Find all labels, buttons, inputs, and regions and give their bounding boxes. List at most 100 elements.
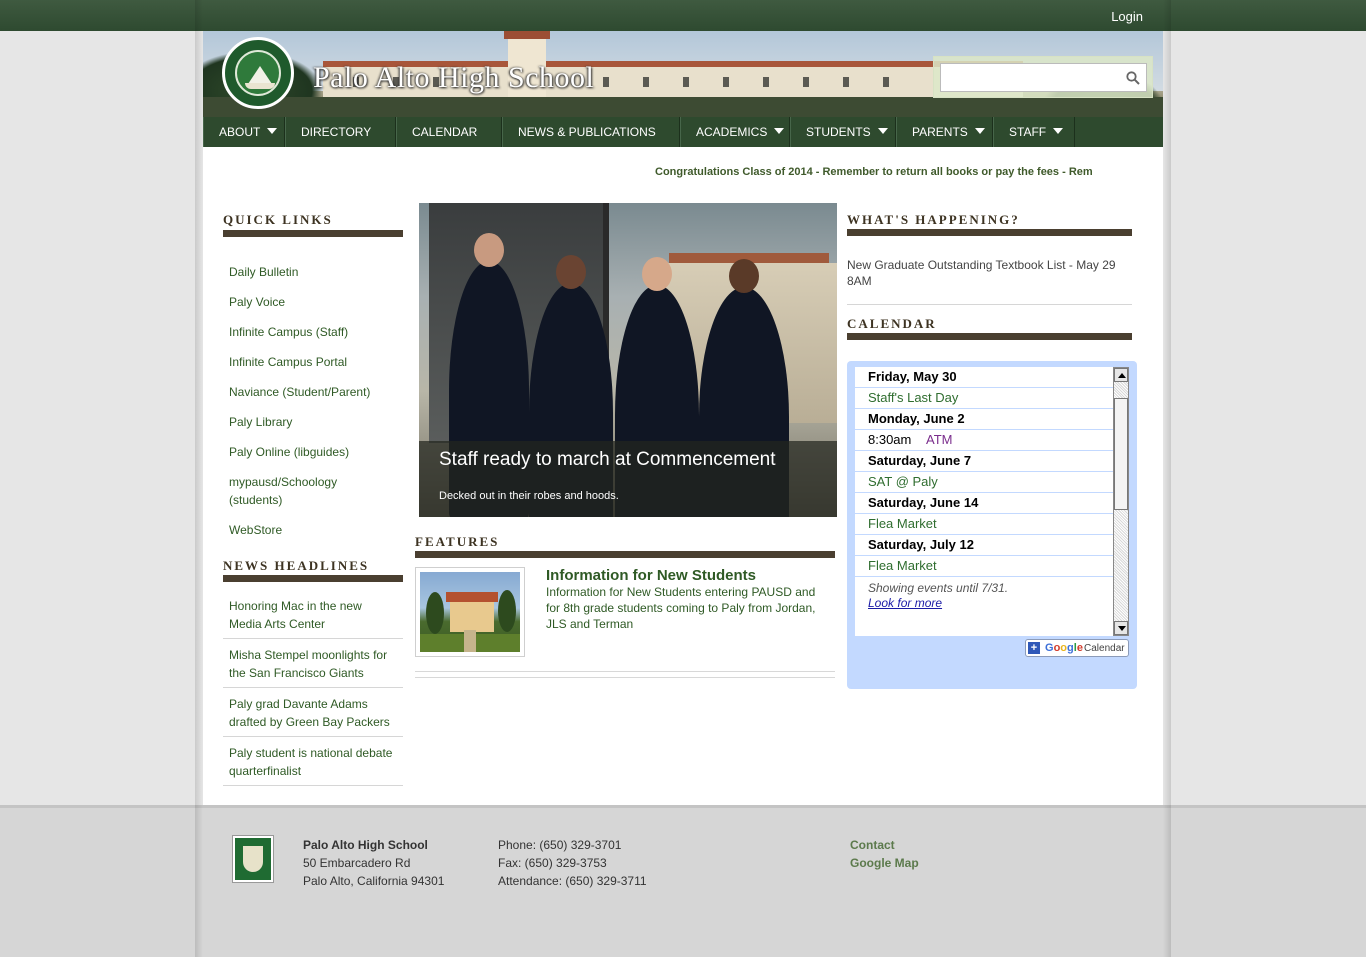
quick-link-infinite-campus-portal[interactable]: Infinite Campus Portal [229,353,389,371]
quick-link-paly-voice[interactable]: Paly Voice [229,293,389,311]
nav-label: STAFF [1009,125,1047,139]
footer-attendance: Attendance: (650) 329-3711 [498,874,647,888]
nav-label: ACADEMICS [696,125,768,139]
footer-school-name: Palo Alto High School [303,838,428,852]
school-seal-logo[interactable] [222,37,294,109]
announcement-ticker[interactable]: Congratulations Class of 2014 - Remember… [655,166,1123,182]
calendar-agenda: Friday, May 30 Staff's Last Day Monday, … [855,367,1113,636]
news-link[interactable]: Paly student is national debate quarterf… [223,744,403,780]
calendar-date: Saturday, June 14 [855,493,1113,514]
footer-phone: Phone: (650) 329-3701 [498,838,622,852]
feature-thumbnail[interactable] [415,567,525,657]
news-link[interactable]: Honoring Mac in the new Media Arts Cente… [223,597,403,633]
magnifier-icon[interactable] [1126,71,1140,85]
feature-title-link[interactable]: Information for New Students [546,567,756,584]
nav-label: CALENDAR [412,125,478,139]
quick-link-paly-library[interactable]: Paly Library [229,413,389,431]
calendar-date: Friday, May 30 [855,367,1113,388]
banner-window [723,77,729,87]
whats-happening-item[interactable]: New Graduate Outstanding Textbook List -… [847,257,1132,289]
calendar-event[interactable]: 8:30am ATM [855,430,1113,451]
quick-link-schoology[interactable]: mypausd/Schoology (students) [229,473,359,509]
photo-person-head [642,257,672,291]
photo-person-head [729,259,759,293]
add-to-google-calendar-button[interactable]: + Google Calendar [1025,639,1129,657]
banner-window [843,77,849,87]
google-logo: Google [1045,642,1083,654]
scrollbar-thumb[interactable] [1114,398,1128,510]
quick-link-webstore[interactable]: WebStore [229,521,389,539]
footer-google-map-link[interactable]: Google Map [850,854,919,872]
feature-description: Information for New Students entering PA… [546,585,816,631]
login-link[interactable]: Login [1111,9,1143,24]
main-nav: ABOUT DIRECTORY CALENDAR NEWS & PUBLICAT… [203,117,1163,147]
utility-bar: Login [203,0,1163,31]
news-headlines-heading: NEWS HEADLINES [223,558,370,573]
nav-item-students[interactable]: STUDENTS [790,117,896,147]
quick-link-infinite-campus-staff[interactable]: Infinite Campus (Staff) [229,323,389,341]
nav-item-about[interactable]: ABOUT [203,117,285,147]
feature-divider [415,677,835,678]
feature-image [420,572,520,652]
section-divider [847,333,1132,340]
calendar-date: Monday, June 2 [855,409,1113,430]
section-divider [223,575,403,582]
footer-contact-link[interactable]: Contact [850,836,919,854]
search-box [933,56,1153,98]
thumb-tree [426,592,444,634]
quick-link-paly-online[interactable]: Paly Online (libguides) [229,443,389,461]
footer-address: Palo Alto High School 50 Embarcadero Rd … [303,836,444,890]
footer-links: Contact Google Map [850,836,919,872]
calendar-event[interactable]: SAT @ Paly [855,472,1113,493]
caret-down-icon [774,128,785,134]
footer-address-line1: 50 Embarcadero Rd [303,856,411,870]
site-title[interactable]: Palo Alto High School [313,61,594,95]
caret-down-icon [1053,128,1064,134]
google-calendar-widget: Friday, May 30 Staff's Last Day Monday, … [847,361,1137,689]
whats-happening-divider [847,304,1132,305]
calendar-event[interactable]: Flea Market [855,514,1113,535]
plus-icon: + [1028,642,1040,654]
ship-icon [248,66,272,84]
banner-window [803,77,809,87]
quick-link-naviance[interactable]: Naviance (Student/Parent) [229,383,389,401]
calendar-event[interactable]: Staff's Last Day [855,388,1113,409]
arrow-down-icon[interactable] [1114,621,1128,635]
nav-item-directory[interactable]: DIRECTORY [285,117,396,147]
calendar-event[interactable]: Flea Market [855,556,1113,577]
nav-label: PARENTS [912,125,968,139]
nav-item-parents[interactable]: PARENTS [896,117,993,147]
slide-caption-title[interactable]: Staff ready to march at Commencement [439,449,776,471]
section-divider [847,229,1132,236]
arrow-up-icon[interactable] [1114,368,1128,382]
nav-label: ABOUT [219,125,261,139]
section-divider [415,551,835,558]
nav-item-calendar[interactable]: CALENDAR [396,117,502,147]
search-input[interactable] [940,63,1147,92]
quick-link-daily-bulletin[interactable]: Daily Bulletin [229,263,389,281]
calendar-scrollbar[interactable] [1113,367,1129,636]
caret-down-icon [974,128,985,134]
list-item: Paly grad Davante Adams drafted by Green… [223,695,403,737]
whats-happening-heading: WHAT'S HAPPENING? [847,212,1020,227]
quick-links-heading: QUICK LINKS [223,212,333,227]
thumb-tree [498,590,516,632]
nav-item-academics[interactable]: ACADEMICS [680,117,790,147]
nav-item-news-publications[interactable]: NEWS & PUBLICATIONS [502,117,680,147]
news-link[interactable]: Paly grad Davante Adams drafted by Green… [223,695,403,731]
banner-ground [203,97,1163,117]
footer-phones: Phone: (650) 329-3701 Fax: (650) 329-375… [498,836,647,890]
banner-window [683,77,689,87]
look-for-more-link[interactable]: Look for more [868,596,942,610]
footer-school-crest [233,836,273,882]
page-container: Login Palo Alto High School ABOUT DIRECT… [203,0,1163,957]
banner-window [603,77,609,87]
nav-item-staff[interactable]: STAFF [993,117,1075,147]
news-link[interactable]: Misha Stempel moonlights for the San Fra… [223,646,403,682]
nav-label: STUDENTS [806,125,871,139]
banner-window [643,77,649,87]
featured-slideshow[interactable]: Staff ready to march at Commencement Dec… [419,203,837,517]
calendar-date: Saturday, June 7 [855,451,1113,472]
footer-address-line2: Palo Alto, California 94301 [303,874,445,888]
slide-caption: Staff ready to march at Commencement Dec… [419,441,837,517]
